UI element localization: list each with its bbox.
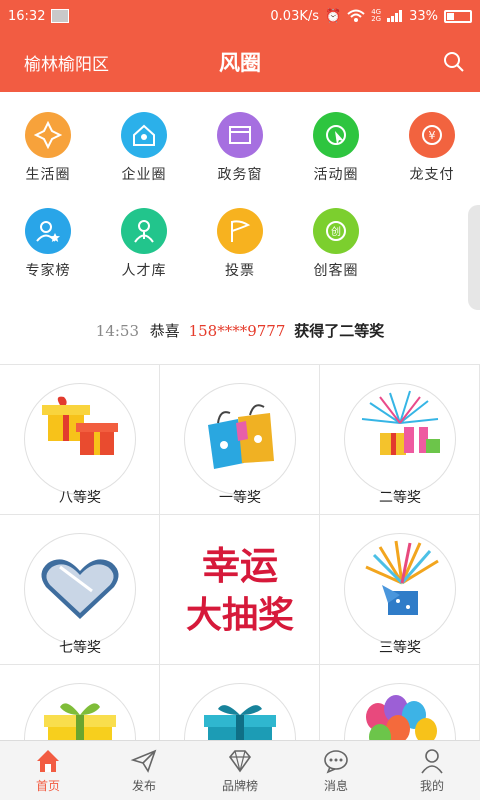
category-label: 创客圈: [313, 263, 359, 279]
diamond-icon: [228, 750, 252, 773]
status-bar: 16:32 0.03K/s ⏰ 4G 2G 33%: [0, 0, 480, 32]
category-label: 专家榜: [25, 263, 71, 279]
lucky-draw-logo: 幸运 大抽奖: [186, 543, 294, 636]
network-type: 4G 2G: [371, 8, 382, 23]
nav-publish[interactable]: 发布: [96, 741, 192, 800]
prize-label: 一等奖: [219, 490, 261, 506]
svg-text:创: 创: [331, 225, 341, 238]
category-enterprise-circle[interactable]: 企业圈: [104, 112, 184, 184]
category-label: 政务窗: [217, 167, 263, 183]
life-circle-icon: [25, 112, 71, 158]
home-icon: [37, 750, 59, 772]
winner-prefix: 恭喜: [149, 322, 180, 340]
nav-profile[interactable]: 我的: [384, 741, 480, 800]
surprise-box-icon: [365, 540, 439, 615]
lucky-draw-line1: 幸运: [202, 543, 278, 588]
long-pay-icon: ¥: [409, 112, 455, 158]
winner-time: 14:53: [95, 322, 140, 340]
gifts-fireworks-icon: [361, 390, 440, 455]
battery-icon: [444, 9, 472, 23]
paper-plane-icon: [130, 749, 157, 773]
network-speed: 0.03K/s: [270, 8, 320, 24]
category-label: 龙支付: [409, 167, 455, 183]
nav-brand-ranking[interactable]: 品牌榜: [192, 741, 288, 800]
person-icon: [421, 749, 443, 774]
category-label: 企业圈: [121, 167, 167, 183]
prize-yellow-gift[interactable]: [0, 665, 160, 740]
gift-boxes-icon: [42, 396, 118, 455]
prize-label: 三等奖: [379, 640, 421, 656]
search-icon[interactable]: [442, 50, 466, 74]
maker-circle-icon: 创: [313, 208, 359, 254]
vote-icon: [217, 208, 263, 254]
nav-label: 消息: [323, 779, 348, 793]
app-header: 榆林榆阳区 风圈: [0, 32, 480, 92]
prize-label: 七等奖: [59, 640, 101, 656]
category-label: 活动圈: [313, 167, 359, 183]
yellow-gift-icon: [44, 703, 116, 740]
winner-announcement: 14:53 恭喜 158****9777 获得了二等奖: [0, 320, 480, 341]
prize-grid: 八等奖 一等奖 二等奖 七等奖 幸运 大抽奖 三等奖: [0, 364, 480, 740]
category-government-window[interactable]: 政务窗: [200, 112, 280, 184]
battery-percent: 33%: [409, 8, 438, 24]
nav-home[interactable]: 首页: [0, 741, 96, 800]
side-drawer-handle[interactable]: [468, 205, 480, 310]
balloons-icon: [366, 695, 437, 740]
page-title: 风圈: [219, 50, 261, 75]
prize-label: 二等奖: [379, 490, 421, 506]
notification-image-icon: [51, 9, 70, 23]
svg-text:¥: ¥: [429, 129, 436, 142]
category-label: 人才库: [121, 263, 167, 279]
teal-gift-icon: [204, 705, 276, 740]
prize-first[interactable]: 一等奖: [160, 365, 320, 515]
nav-label: 发布: [131, 779, 156, 793]
category-label: 投票: [225, 263, 255, 279]
prize-label: 八等奖: [59, 490, 101, 506]
prize-teal-gift[interactable]: [160, 665, 320, 740]
category-maker-circle[interactable]: 创 创客圈: [296, 208, 376, 280]
expert-ranking-icon: [25, 208, 71, 254]
winner-prize: 获得了二等奖: [294, 322, 385, 340]
prize-third[interactable]: 三等奖: [320, 515, 480, 665]
category-expert-ranking[interactable]: 专家榜: [8, 208, 88, 280]
nav-label: 我的: [419, 779, 444, 793]
enterprise-circle-icon: [121, 112, 167, 158]
category-talent-pool[interactable]: 人才库: [104, 208, 184, 280]
nav-label: 品牌榜: [221, 779, 258, 793]
winner-phone: 158****9777: [188, 322, 286, 340]
nav-messages[interactable]: 消息: [288, 741, 384, 800]
category-long-pay[interactable]: ¥ 龙支付: [392, 112, 472, 184]
category-grid: 生活圈 企业圈 政务窗 活动圈 ¥ 龙支付 专家榜 人才库 投票 创 创客圈: [0, 92, 480, 292]
prize-second[interactable]: 二等奖: [320, 365, 480, 515]
talent-pool-icon: [121, 208, 167, 254]
message-icon: [324, 750, 348, 774]
category-label: 生活圈: [25, 167, 71, 183]
activity-circle-icon: [313, 112, 359, 158]
app-root: 16:32 0.03K/s ⏰ 4G 2G 33% 榆林榆阳区 风圈 生活圈 企…: [0, 0, 480, 800]
category-activity-circle[interactable]: 活动圈: [296, 112, 376, 184]
bottom-nav: 首页 发布 品牌榜 消息 我的: [0, 740, 480, 800]
government-window-icon: [217, 112, 263, 158]
lucky-draw-line2: 大抽奖: [186, 594, 294, 636]
shopping-bags-icon: [208, 404, 274, 469]
prize-lucky-draw[interactable]: 幸运 大抽奖: [160, 515, 320, 665]
status-time: 16:32: [8, 8, 46, 24]
nav-label: 首页: [35, 779, 60, 793]
category-life-circle[interactable]: 生活圈: [8, 112, 88, 184]
heart-gift-box-icon: [41, 553, 119, 619]
signal-icon: [387, 10, 403, 22]
prize-eighth[interactable]: 八等奖: [0, 365, 160, 515]
prize-balloons[interactable]: [320, 665, 480, 740]
category-vote[interactable]: 投票: [200, 208, 280, 280]
alarm-icon: ⏰: [325, 8, 342, 24]
prize-seventh[interactable]: 七等奖: [0, 515, 160, 665]
wifi-icon: [347, 9, 365, 22]
